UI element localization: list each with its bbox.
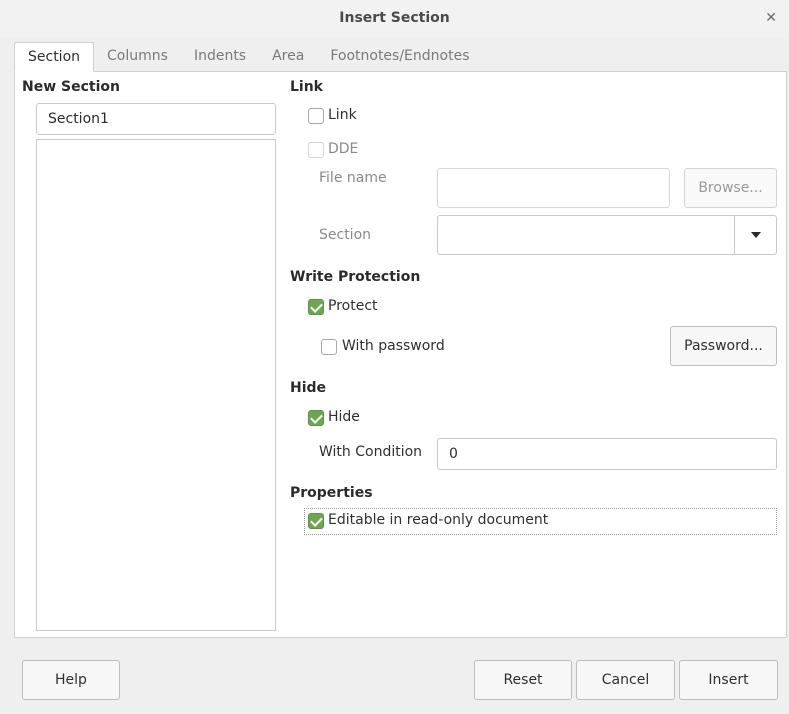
new-section-heading: New Section bbox=[22, 79, 120, 95]
hide-heading: Hide bbox=[290, 380, 327, 396]
section-list[interactable] bbox=[36, 139, 276, 631]
hide-checkbox-label: Hide bbox=[328, 409, 360, 425]
with-condition-label: With Condition bbox=[319, 444, 423, 460]
cancel-button[interactable]: Cancel bbox=[576, 660, 675, 700]
tab-footnotes-endnotes[interactable]: Footnotes/Endnotes bbox=[317, 42, 482, 72]
properties-heading: Properties bbox=[290, 485, 373, 501]
tab-area[interactable]: Area bbox=[259, 42, 317, 72]
chevron-down-icon bbox=[751, 232, 761, 238]
link-section-dropdown[interactable] bbox=[437, 215, 777, 255]
tab-bar: Section Columns Indents Area Footnotes/E… bbox=[14, 42, 483, 72]
write-protection-heading: Write Protection bbox=[290, 269, 421, 285]
dropdown-toggle[interactable] bbox=[734, 216, 776, 254]
dde-checkbox-label: DDE bbox=[328, 141, 359, 157]
protect-checkbox-label: Protect bbox=[328, 298, 378, 314]
section-name-input[interactable]: Section1 bbox=[36, 103, 276, 135]
help-button[interactable]: Help bbox=[22, 660, 120, 700]
tab-section[interactable]: Section bbox=[14, 42, 95, 72]
window-title: Insert Section bbox=[339, 10, 450, 26]
browse-button[interactable]: Browse... bbox=[684, 168, 777, 208]
tab-indents[interactable]: Indents bbox=[181, 42, 259, 72]
file-name-input[interactable] bbox=[437, 168, 670, 208]
section-name-value: Section1 bbox=[48, 111, 109, 127]
editable-readonly-checkbox[interactable] bbox=[308, 513, 324, 529]
tab-columns[interactable]: Columns bbox=[94, 42, 181, 72]
dde-checkbox[interactable] bbox=[308, 142, 324, 158]
file-name-label: File name bbox=[319, 170, 387, 186]
insert-button[interactable]: Insert bbox=[679, 660, 778, 700]
with-condition-input[interactable]: 0 bbox=[437, 438, 777, 470]
with-password-checkbox[interactable] bbox=[321, 339, 337, 355]
with-condition-value: 0 bbox=[449, 446, 458, 462]
link-section-label: Section bbox=[319, 227, 372, 243]
protect-checkbox[interactable] bbox=[308, 299, 324, 315]
link-heading: Link bbox=[290, 79, 323, 95]
reset-button[interactable]: Reset bbox=[474, 660, 572, 700]
hide-checkbox[interactable] bbox=[308, 410, 324, 426]
password-button[interactable]: Password... bbox=[670, 326, 777, 366]
editable-readonly-label: Editable in read-only document bbox=[328, 512, 549, 528]
close-icon[interactable]: ✕ bbox=[765, 9, 777, 27]
link-checkbox[interactable] bbox=[308, 108, 324, 124]
with-password-label: With password bbox=[342, 338, 445, 354]
link-checkbox-label: Link bbox=[328, 107, 357, 123]
title-bar: Insert Section ✕ bbox=[0, 0, 789, 38]
